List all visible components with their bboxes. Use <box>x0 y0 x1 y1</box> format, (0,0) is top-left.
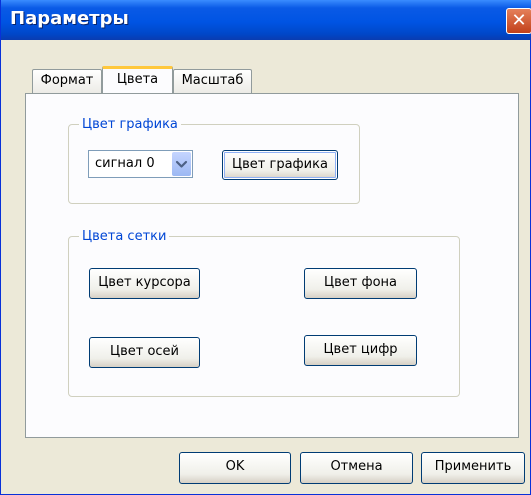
grid-colors-group <box>68 236 460 397</box>
digits-color-button-label: Цвет цифр <box>323 342 398 357</box>
ok-button-label: OK <box>225 459 245 474</box>
background-color-button-label: Цвет фона <box>324 275 397 290</box>
background-color-button[interactable]: Цвет фона <box>304 268 417 299</box>
tab-colors[interactable]: Цвета <box>102 66 173 93</box>
title-bar[interactable]: Параметры ✕ <box>1 0 531 40</box>
graph-color-button[interactable]: Цвет графика <box>222 150 338 180</box>
apply-button[interactable]: Применить <box>421 452 525 484</box>
digits-color-button[interactable]: Цвет цифр <box>304 335 417 366</box>
cursor-color-button[interactable]: Цвет курсора <box>89 268 200 299</box>
close-icon: ✕ <box>511 10 527 31</box>
ok-button[interactable]: OK <box>179 452 291 484</box>
graph-color-group-title: Цвет графика <box>79 117 181 132</box>
cancel-button[interactable]: Отмена <box>300 452 413 484</box>
cursor-color-button-label: Цвет курсора <box>98 275 191 290</box>
tab-format[interactable]: Формат <box>32 69 102 93</box>
signal-select-value: сигнал 0 <box>95 156 155 171</box>
tab-colors-label: Цвета <box>116 72 159 87</box>
parameters-dialog: Параметры ✕ Формат Цвета Масштаб Цвет гр… <box>0 0 531 495</box>
chevron-down-icon <box>175 160 188 168</box>
axes-color-button-label: Цвет осей <box>109 344 179 359</box>
window-title: Параметры <box>10 8 129 29</box>
signal-select[interactable]: сигнал 0 <box>88 150 193 178</box>
close-button[interactable]: ✕ <box>506 8 531 34</box>
signal-select-dropdown-button[interactable] <box>172 152 191 176</box>
tab-scale-label: Масштаб <box>181 73 244 88</box>
apply-button-label: Применить <box>434 459 512 474</box>
grid-colors-group-title: Цвета сетки <box>79 229 170 244</box>
graph-color-button-label: Цвет графика <box>232 157 328 172</box>
tab-scale[interactable]: Масштаб <box>173 69 252 93</box>
tab-format-label: Формат <box>40 73 94 88</box>
axes-color-button[interactable]: Цвет осей <box>89 337 200 368</box>
cancel-button-label: Отмена <box>330 459 383 474</box>
